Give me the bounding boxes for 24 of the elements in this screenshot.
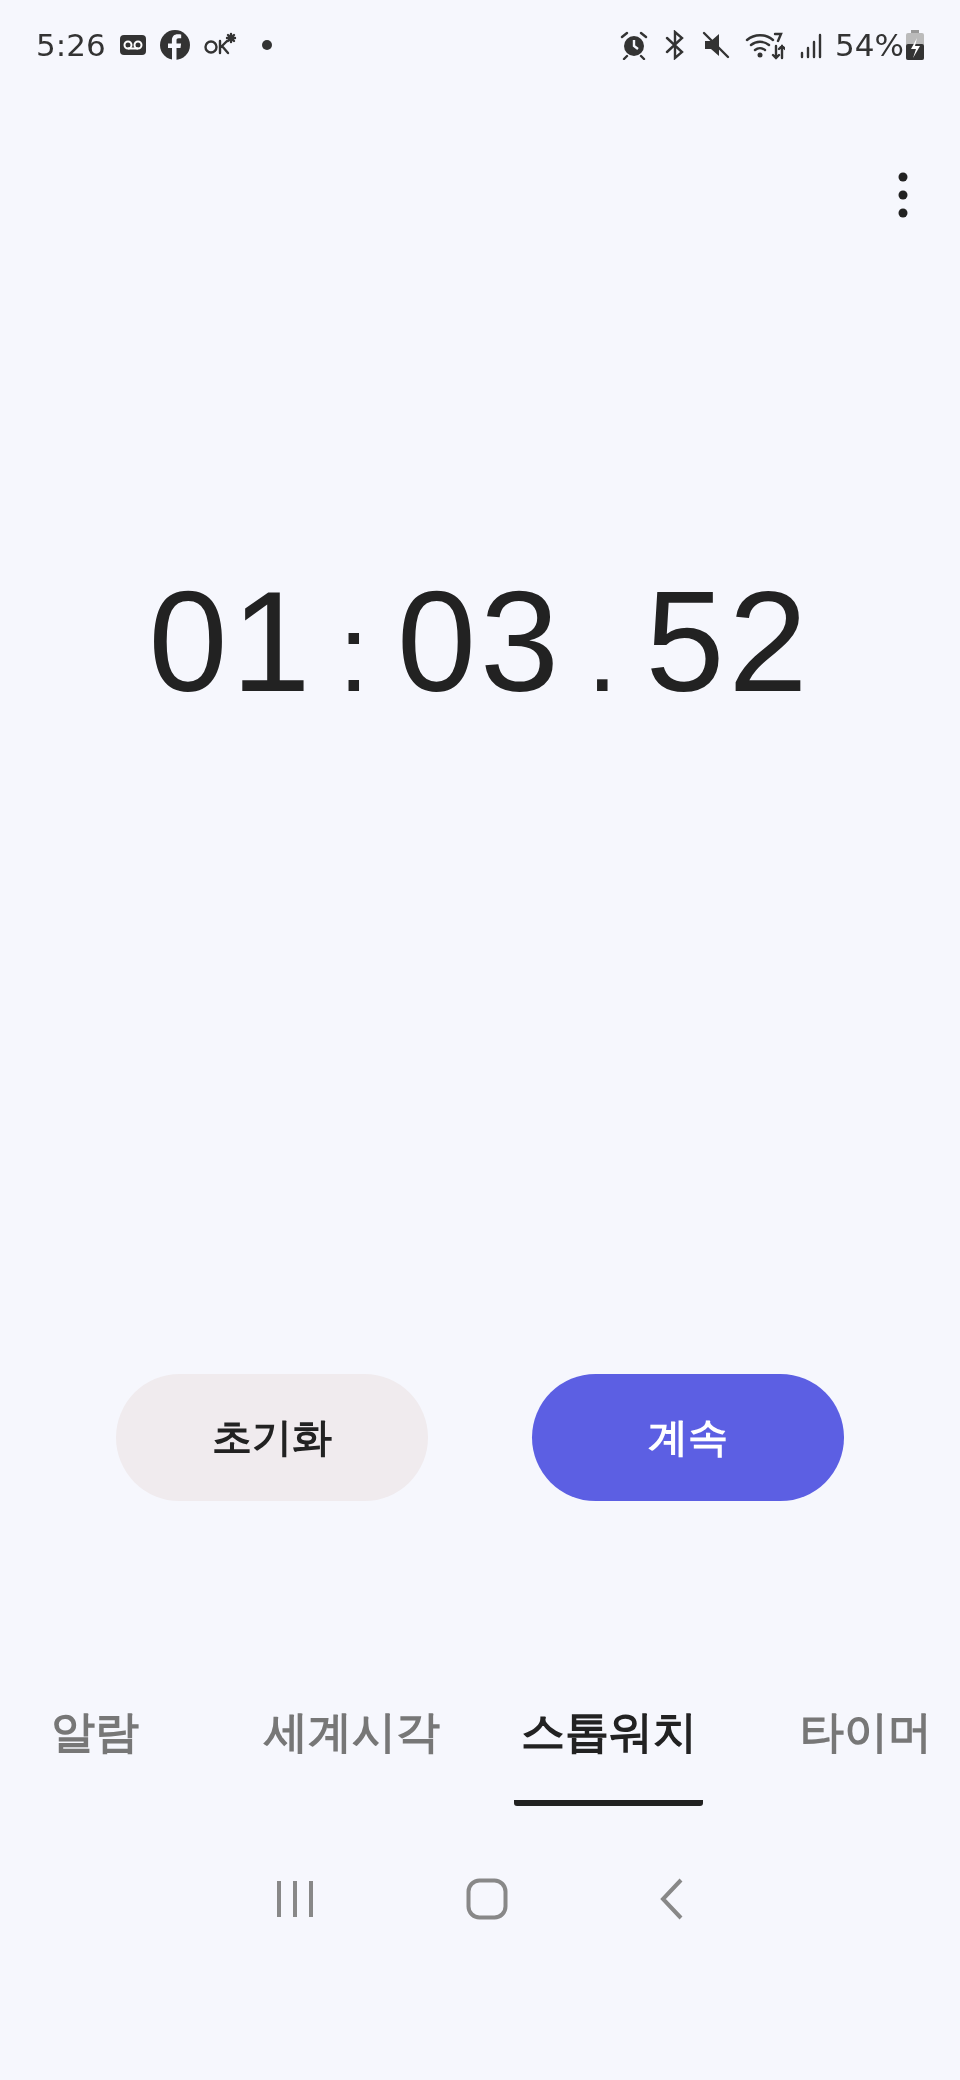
- back-icon[interactable]: [658, 1878, 685, 1920]
- stopwatch-minutes: 01: [148, 561, 315, 723]
- battery-percent: 54%: [835, 27, 904, 63]
- facebook-icon: [159, 30, 190, 60]
- wifi-icon: [745, 30, 786, 60]
- more-options-icon[interactable]: [898, 172, 908, 218]
- stopwatch-separator: :: [338, 590, 373, 716]
- nav-tab[interactable]: 세계시각: [257, 1679, 446, 1806]
- nav-tab[interactable]: 스톱워치: [514, 1679, 703, 1806]
- reset-button[interactable]: 초기화: [116, 1374, 428, 1501]
- nav-tab[interactable]: 타이머: [771, 1679, 960, 1806]
- muted-speaker-icon: [701, 30, 732, 60]
- stopwatch-separator: .: [586, 590, 622, 716]
- status-time: 5:26: [36, 27, 106, 63]
- recent-apps-icon[interactable]: [275, 1879, 316, 1919]
- voicemail-icon: [119, 35, 146, 55]
- alarm-clock-icon: [619, 30, 650, 60]
- continue-button[interactable]: 계속: [532, 1374, 844, 1501]
- stopwatch-hundredths: 52: [645, 561, 812, 723]
- stopwatch-seconds: 03: [397, 561, 563, 723]
- home-icon[interactable]: [466, 1878, 508, 1920]
- battery-charging-icon: [906, 30, 924, 60]
- dot-icon: [261, 40, 272, 50]
- nav-tab[interactable]: 알람: [0, 1679, 189, 1806]
